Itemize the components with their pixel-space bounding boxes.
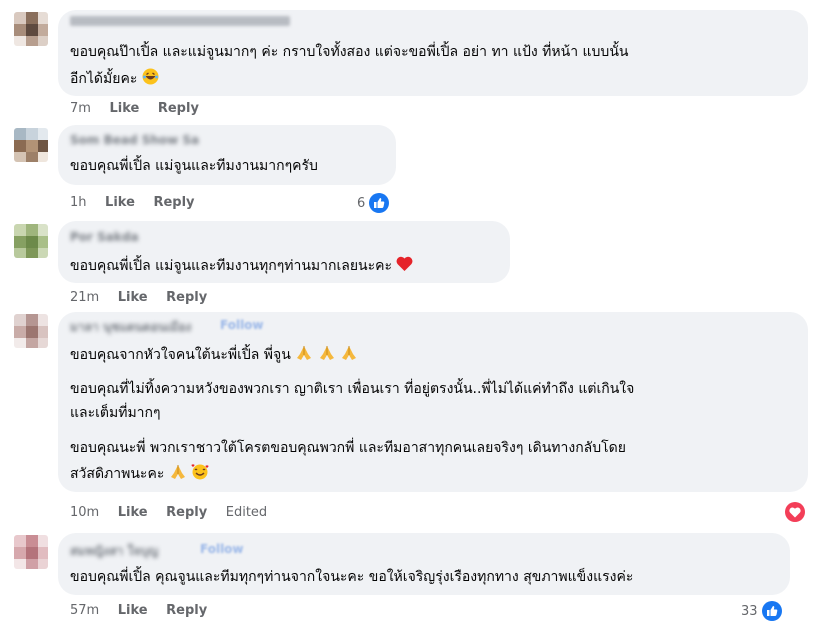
like-button[interactable]: Like [105,195,135,210]
laughing-emoji-icon [142,68,159,91]
folded-hands-emoji-icon [318,345,336,367]
comment-actions: 10m Like Reply Edited [70,505,281,520]
comment-text-line: ขอบคุณป๊าเปิ้ล และแม่จูนมากๆ ค่ะ กราบใจท… [70,44,629,60]
follow-button[interactable]: Follow [220,318,264,332]
like-button[interactable]: Like [118,603,148,618]
smiling-face-with-hearts-emoji-icon [191,463,209,486]
timestamp[interactable]: 21m [70,290,99,305]
comment-text-line: ขอบคุณนะพี่ พวกเราชาวใต้โครตขอบคุณพวกพี่… [70,440,626,456]
avatar[interactable] [14,224,48,258]
author-name[interactable]: มาลา นุชแดนดอนเมือง [70,318,191,337]
follow-button[interactable]: Follow [200,542,244,556]
reply-button[interactable]: Reply [166,603,207,618]
edited-label: Edited [225,505,268,520]
comment-text-fragment: ขอบคุณจากหัวใจคนใต้นะพี่เปิ้ล พี่จูน [70,347,291,363]
avatar[interactable] [14,12,48,46]
comment-bubble: Som Bead Show Sa ขอบคุณพี่เปิ้ล แม่จูนแล… [58,125,396,185]
author-name[interactable]: Por Sakda [70,230,139,244]
folded-hands-emoji-icon [169,464,187,486]
folded-hands-emoji-icon [340,345,358,367]
like-button[interactable]: Like [109,101,139,116]
love-reaction-icon[interactable] [785,502,805,522]
folded-hands-emoji-icon [295,345,313,367]
timestamp[interactable]: 10m [70,505,99,520]
like-reaction-icon [369,193,390,213]
reaction-count[interactable]: 6 [357,193,390,213]
author-name[interactable]: Som Bead Show Sa [70,133,199,147]
comment-text-line: สวัสดิภาพนะคะ [70,463,209,486]
comment-actions: 1h Like Reply [70,195,209,210]
comment-bubble: มาลา นุชแดนดอนเมือง Follow ขอบคุณจากหัวใ… [58,312,808,492]
like-button[interactable]: Like [118,290,148,305]
author-name[interactable]: สมหญิงสา ใจบุญ [70,542,158,561]
reply-button[interactable]: Reply [166,505,207,520]
comment-text-line: ขอบคุณจากหัวใจคนใต้นะพี่เปิ้ล พี่จูน [70,345,358,367]
comment-actions: 21m Like Reply [70,290,221,305]
comment-text-fragment: อีกได้มั้ยคะ [70,71,138,87]
comment-bubble: Por Sakda ขอบคุณพี่เปิ้ล แม่จูนและทีมงาน… [58,221,510,283]
avatar[interactable] [14,128,48,162]
reply-button[interactable]: Reply [158,101,199,116]
comment-bubble: สมหญิงสา ใจบุญ Follow ขอบคุณพี่เปิ้ล คุณ… [58,533,790,595]
avatar[interactable] [14,314,48,348]
comment-actions: 7m Like Reply [70,101,213,116]
author-name[interactable] [70,16,290,26]
timestamp[interactable]: 57m [70,603,99,618]
comment-text-line: ขอบคุณที่ไม่ทิ้งความหวังของพวกเรา ญาติเร… [70,381,635,397]
timestamp[interactable]: 7m [70,101,91,116]
reaction-count-number: 33 [741,603,758,619]
comment-text-line: อีกได้มั้ยคะ [70,68,159,91]
comment-text-line: และเต็มที่มากๆ [70,405,161,421]
reply-button[interactable]: Reply [153,195,194,210]
timestamp[interactable]: 1h [70,195,87,210]
like-reaction-icon [761,601,782,621]
comment-text-line: ขอบคุณพี่เปิ้ล คุณจูนและทีมทุกๆท่านจากใจ… [70,569,634,585]
like-button[interactable]: Like [118,505,148,520]
red-heart-emoji-icon [396,256,413,278]
comment-bubble: ขอบคุณป๊าเปิ้ล และแม่จูนมากๆ ค่ะ กราบใจท… [58,10,808,96]
reply-button[interactable]: Reply [166,290,207,305]
reaction-count[interactable]: 33 [741,601,782,621]
comment-text-fragment: ขอบคุณพี่เปิ้ล แม่จูนและทีมงานทุกๆท่านมา… [70,258,393,274]
reaction-count-number: 6 [357,195,366,211]
avatar[interactable] [14,535,48,569]
comment-text-line: ขอบคุณพี่เปิ้ล แม่จูนและทีมงานมากๆครับ [70,158,318,174]
comment-text-line: ขอบคุณพี่เปิ้ล แม่จูนและทีมงานทุกๆท่านมา… [70,256,413,278]
comment-actions: 57m Like Reply [70,603,221,618]
comment-text-fragment: สวัสดิภาพนะคะ [70,466,165,482]
